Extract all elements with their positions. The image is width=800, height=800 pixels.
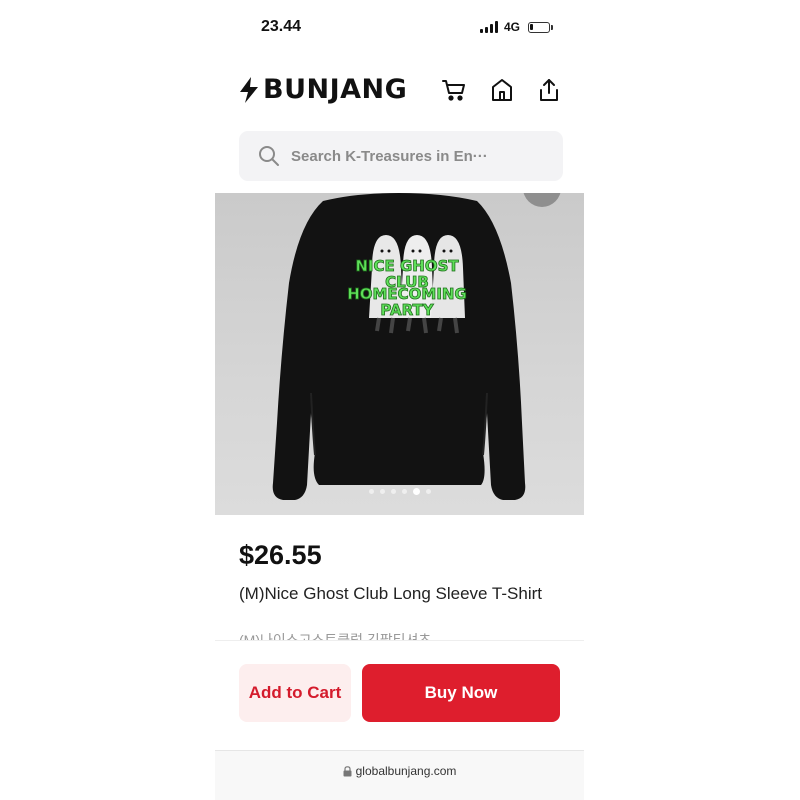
status-indicators: 4G [480,20,554,34]
lock-icon [343,765,352,776]
search-input[interactable] [291,147,541,165]
search-bar[interactable] [239,131,563,181]
carousel-dot[interactable] [390,489,396,494]
carousel-dot[interactable] [425,489,431,494]
battery-icon [528,21,554,33]
product-photo: NICE GHOST CLUB HOMECOMING PARTY [272,193,526,500]
bolt-icon [240,76,258,103]
carousel-indicator[interactable] [215,488,584,495]
brand-logo[interactable]: BUNJANG [238,74,407,105]
product-image-carousel[interactable]: NICE GHOST CLUB HOMECOMING PARTY [215,193,584,515]
buy-now-button[interactable]: Buy Now [362,664,560,722]
search-icon [259,146,279,166]
product-price: $26.55 [239,540,322,570]
app-header: BUNJANG [238,72,564,112]
cart-icon[interactable] [440,76,468,104]
browser-url-bar[interactable]: globalbunjang.com [215,750,584,800]
carousel-dot[interactable] [379,489,385,494]
status-time: 23.44 [261,18,302,35]
network-type: 4G [504,20,521,34]
print-line: PARTY [380,301,434,319]
share-icon[interactable] [535,76,563,104]
signal-icon [480,21,498,33]
home-icon[interactable] [488,76,516,104]
add-to-cart-button[interactable]: Add to Cart [239,664,351,722]
product-subtitle-container: (M)나이스고스트클럽 긴팔티셔츠 [239,632,559,640]
divider [215,640,584,641]
carousel-dot[interactable] [368,489,374,494]
status-bar: 23.44 4G [0,0,800,56]
carousel-dot[interactable] [412,488,420,495]
brand-name: BUNJANG [263,74,408,105]
product-title: (M)Nice Ghost Club Long Sleeve T-Shirt [239,584,542,603]
url-text: globalbunjang.com [355,764,457,778]
product-subtitle: (M)나이스고스트클럽 긴팔티셔츠 [239,632,432,640]
carousel-dot[interactable] [401,489,407,494]
